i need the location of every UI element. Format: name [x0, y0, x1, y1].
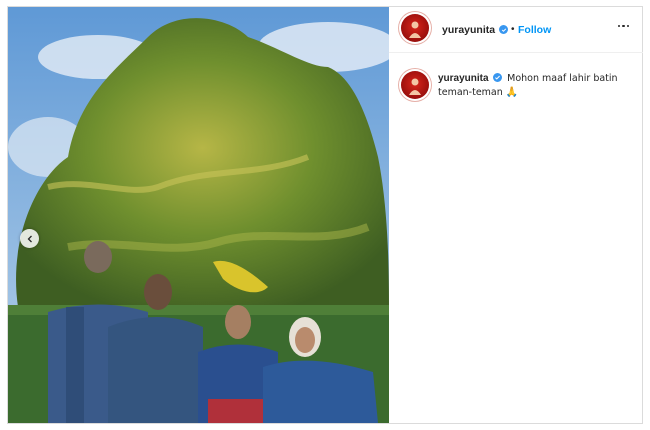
follow-button[interactable]: Follow [518, 24, 551, 36]
header-separator: • [511, 24, 515, 35]
folded-hands-emoji: 🙏 [505, 87, 518, 98]
post-side-panel: yurayunita • Follow yurayunita Mohon maa… [389, 7, 643, 423]
carousel-prev-button[interactable] [20, 229, 39, 248]
chevron-left-icon [26, 235, 34, 243]
more-horizontal-icon [617, 24, 620, 28]
verified-badge-icon [493, 73, 503, 82]
caption: yurayunita Mohon maaf lahir batin teman-… [438, 72, 628, 100]
post-image [8, 7, 389, 423]
more-options-button[interactable] [617, 21, 629, 31]
verified-badge-icon [499, 25, 508, 34]
post-photo[interactable] [8, 7, 389, 423]
caption-avatar[interactable] [401, 71, 429, 99]
post-header: yurayunita • Follow [389, 7, 643, 53]
header-username[interactable]: yurayunita [442, 24, 495, 36]
avatar-image [409, 21, 421, 38]
caption-username[interactable]: yurayunita [438, 73, 489, 84]
avatar-image [409, 78, 421, 95]
avatar[interactable] [401, 14, 429, 42]
